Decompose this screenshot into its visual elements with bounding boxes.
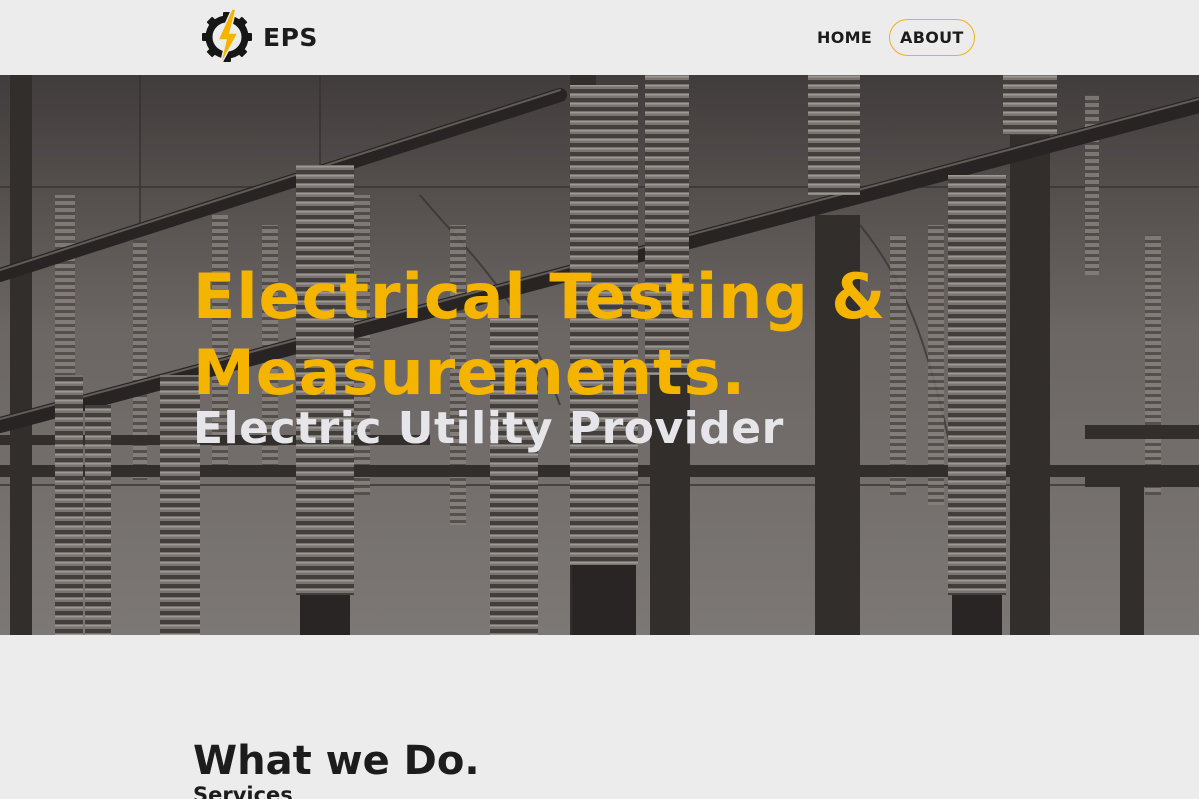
nav-about-link[interactable]: ABOUT [889, 19, 975, 56]
section-subtitle: Services [193, 783, 293, 799]
hero-subtitle: Electric Utility Provider [193, 403, 784, 454]
navbar: EPS HOME ABOUT [0, 0, 1199, 75]
brand-link[interactable]: EPS [199, 7, 318, 67]
nav-home-link[interactable]: HOME [806, 19, 883, 56]
hero-title: Electrical Testing & Measurements. [193, 260, 887, 409]
hero-text: Electrical Testing & Measurements. Elect… [193, 259, 993, 459]
services-section: What we Do. Services [0, 635, 1199, 799]
section-title: What we Do. [193, 738, 480, 784]
gear-bolt-logo-icon [202, 8, 252, 67]
hero-banner: Electrical Testing & Measurements. Elect… [0, 75, 1199, 635]
brand-name: EPS [263, 22, 318, 52]
main-nav: HOME ABOUT [806, 19, 975, 56]
